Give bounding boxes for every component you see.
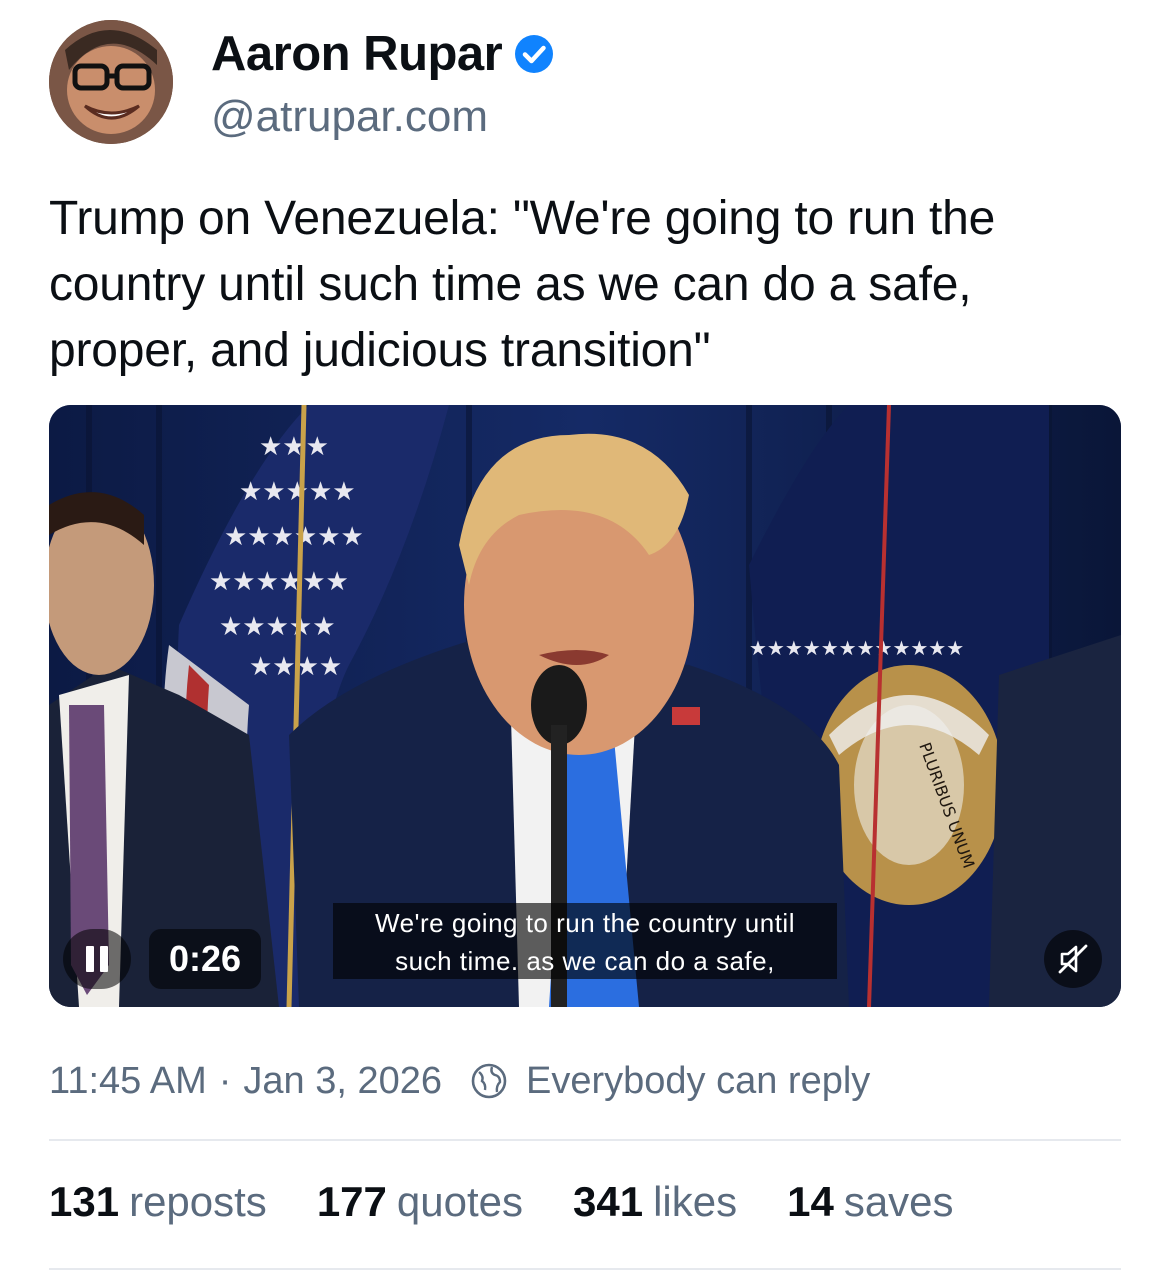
svg-text:★★★★★★: ★★★★★★ (224, 522, 364, 552)
stat-likes[interactable]: 341 likes (573, 1178, 737, 1226)
likes-count: 341 (573, 1178, 644, 1225)
svg-text:★★★★★★: ★★★★★★ (209, 567, 349, 597)
author-name[interactable]: Aaron Rupar (211, 26, 503, 82)
reposts-label: reposts (129, 1178, 267, 1225)
post-date[interactable]: Jan 3, 2026 (243, 1060, 442, 1103)
post-text: Trump on Venezuela: "We're going to run … (49, 192, 996, 377)
quotes-label: quotes (396, 1178, 523, 1225)
post-stats: 131 reposts 177 quotes 341 likes 14 saves (49, 1178, 1004, 1234)
quotes-count: 177 (316, 1178, 387, 1225)
likes-label: likes (653, 1178, 738, 1225)
saves-label: saves (843, 1178, 954, 1225)
divider-bottom (49, 1268, 1121, 1270)
svg-text:★★★: ★★★ (259, 432, 329, 462)
unmute-button[interactable] (1044, 930, 1102, 988)
muted-speaker-icon (1058, 944, 1088, 974)
video-timestamp: 0:26 (149, 929, 262, 989)
svg-text:★★★★★: ★★★★★ (239, 477, 356, 507)
caption-line-2: such time. as we can do a safe, (395, 946, 775, 976)
stat-quotes[interactable]: 177 quotes (317, 1178, 523, 1226)
video-player[interactable]: ★★★ ★★★★★ ★★★★★★ ★★★★★★ ★★★★★ ★★★★ ★★★★★… (49, 405, 1121, 1007)
stat-saves[interactable]: 14 saves (787, 1178, 953, 1226)
svg-text:★★★★★: ★★★★★ (219, 612, 336, 642)
stat-reposts[interactable]: 131 reposts (49, 1178, 267, 1226)
pause-icon (86, 946, 94, 972)
author-avatar[interactable] (49, 20, 173, 144)
verified-badge-icon (515, 35, 554, 73)
video-caption: We're going to run the country until suc… (333, 903, 837, 979)
pause-button[interactable] (63, 929, 131, 989)
svg-text:★★★★★★★★★★★★: ★★★★★★★★★★★★ (749, 636, 964, 660)
avatar-image (49, 20, 173, 144)
saves-count: 14 (787, 1178, 834, 1225)
reply-setting-label: Everybody can reply (526, 1059, 871, 1102)
meta-separator: · (218, 1059, 232, 1102)
reply-setting[interactable]: Everybody can reply (470, 1060, 870, 1103)
author-name-row[interactable]: Aaron Rupar (211, 26, 554, 82)
post-meta: 11:45 AM · Jan 3, 2026 Everybody can rep… (49, 1056, 870, 1106)
reposts-count: 131 (49, 1178, 120, 1225)
post: Aaron Rupar @atrupar.com Trump on Venezu… (0, 0, 1170, 1278)
caption-line-1: We're going to run the country until (375, 908, 795, 938)
post-time[interactable]: 11:45 AM (49, 1060, 207, 1103)
divider-top (49, 1139, 1121, 1141)
globe-icon (471, 1063, 507, 1099)
author-handle[interactable]: @atrupar.com (211, 92, 488, 142)
